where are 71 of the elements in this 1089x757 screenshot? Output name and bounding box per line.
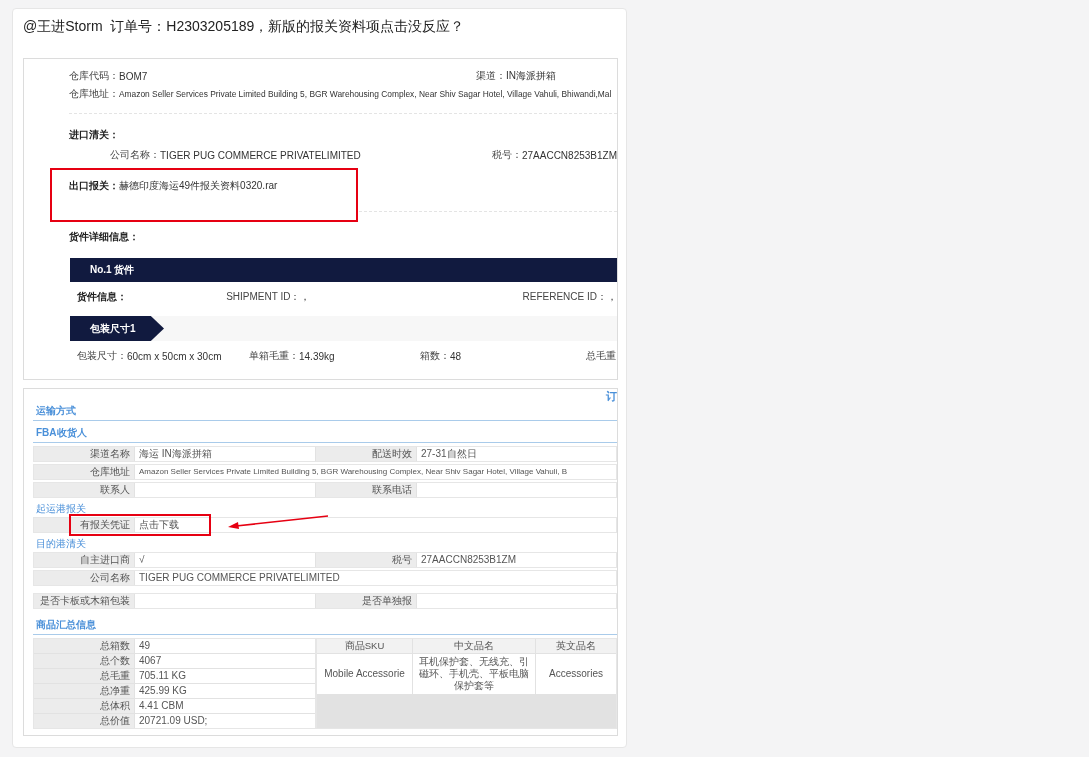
column-header: 商品SKU [317, 639, 412, 653]
table-label-cell: 有报关凭证 [34, 518, 134, 532]
field-value: 48 [450, 350, 462, 362]
table-label-cell: 总体积 [34, 699, 134, 713]
table-label-cell: 自主进口商 [34, 553, 134, 567]
field-label: 出口报关： [69, 179, 119, 193]
subsection-heading: 起运港报关 [35, 502, 87, 516]
package-tab[interactable]: 包装尺寸1 [70, 316, 164, 341]
table-cell: 海运 IN海派拼箱 [135, 447, 315, 461]
table-cell: 49 [135, 639, 315, 653]
field-value: 60cm x 50cm x 30cm [127, 350, 222, 362]
table-label-cell: 总毛重 [34, 669, 134, 683]
field-label: 单箱毛重： [249, 349, 299, 363]
file-link[interactable]: 赫德印度海运49件报关资料0320.rar [119, 179, 278, 193]
field-label: 仓库地址： [69, 87, 119, 101]
table-label-cell: 总净重 [34, 684, 134, 698]
table-cell: 27AACCN8253B1ZM [417, 553, 616, 567]
field-value: Amazon Seller Services Private Limited Building 5, BGR Warehousing Complex, Near Shiv Sagar Hotel, Village Vahuli, Bhiwandi,Mal [119, 89, 612, 99]
field-label: 仓库代码： [69, 69, 119, 83]
field-label: REFERENCE ID： [522, 290, 607, 304]
table-cell: 425.99 KG [135, 684, 315, 698]
field-value: ， [300, 290, 311, 304]
field-label: 公司名称： [110, 148, 160, 162]
cut-heading: 订 [606, 390, 617, 402]
table-label-cell: 总箱数 [34, 639, 134, 653]
table-label-cell: 渠道名称 [34, 447, 134, 461]
field-label: 渠道： [476, 69, 506, 83]
field-label: 包装尺寸： [77, 349, 127, 363]
section-title: 进口清关： [69, 128, 120, 142]
field-value: ， [607, 290, 617, 304]
table-label-cell: 仓库地址 [34, 465, 134, 479]
field-value: 27AACCN8253B1ZM [521, 149, 617, 161]
column-header: 中文品名 [413, 639, 535, 653]
table-cell: 20721.09 USD; [135, 714, 315, 728]
table-cell: Mobile Accessorie [317, 654, 412, 694]
table-cell: 27-31自然日 [417, 447, 616, 461]
table-cell: 点击下载 [135, 518, 616, 532]
table-label-cell: 总价值 [34, 714, 134, 728]
table-cell: √ [135, 553, 315, 567]
field-label: SHIPMENT ID： [226, 290, 301, 304]
table-label-cell: 税号 [316, 553, 416, 567]
table-label-cell: 配送时效 [316, 447, 416, 461]
field-value: 14.39kg [299, 350, 335, 362]
table-label-cell: 是否卡板或木箱包装 [34, 594, 134, 608]
column-header: 英文品名 [536, 639, 616, 653]
section-heading: 运输方式 [33, 402, 617, 421]
table-label-cell: 总个数 [34, 654, 134, 668]
table-cell: 耳机保护套、无线充、引磁环、手机壳、平板电脑保护套等 [413, 654, 535, 694]
section-title: 货件详细信息： [69, 230, 140, 244]
field-label: 货件信息： [77, 291, 127, 302]
field-label: 税号： [491, 148, 522, 162]
table-label-cell: 联系人 [34, 483, 134, 497]
table-cell: 4.41 CBM [135, 699, 315, 713]
table-label-cell: 是否单独报 [316, 594, 416, 608]
subsection-heading: 目的港清关 [35, 537, 87, 551]
table-cell: Accessories [536, 654, 616, 694]
shipment-header-bar: No.1 货件 [70, 258, 617, 282]
section-heading: FBA收货人 [33, 424, 617, 443]
table-cell: 4067 [135, 654, 315, 668]
table-cell: 705.11 KG [135, 669, 315, 683]
message-text: @王进Storm 订单号：H2303205189，新版的报关资料项点击没反应？ [23, 18, 466, 36]
section-heading: 商品汇总信息 [33, 616, 617, 635]
field-value: TIGER PUG COMMERCE PRIVATELIMITED [160, 149, 361, 161]
field-value: BOM7 [119, 70, 148, 82]
field-label: 箱数： [420, 349, 450, 363]
table-label-cell: 联系电话 [316, 483, 416, 497]
table-label-cell: 公司名称 [34, 571, 134, 585]
field-value: IN海派拼箱 [506, 69, 556, 83]
field-label: 总毛重 [586, 349, 616, 363]
table-cell: Amazon Seller Services Private Limited Building 5, BGR Warehousing Complex, Near Shiv Sagar Hotel, Village Vahuli, B [135, 465, 616, 479]
table-cell: TIGER PUG COMMERCE PRIVATELIMITED [135, 571, 616, 585]
